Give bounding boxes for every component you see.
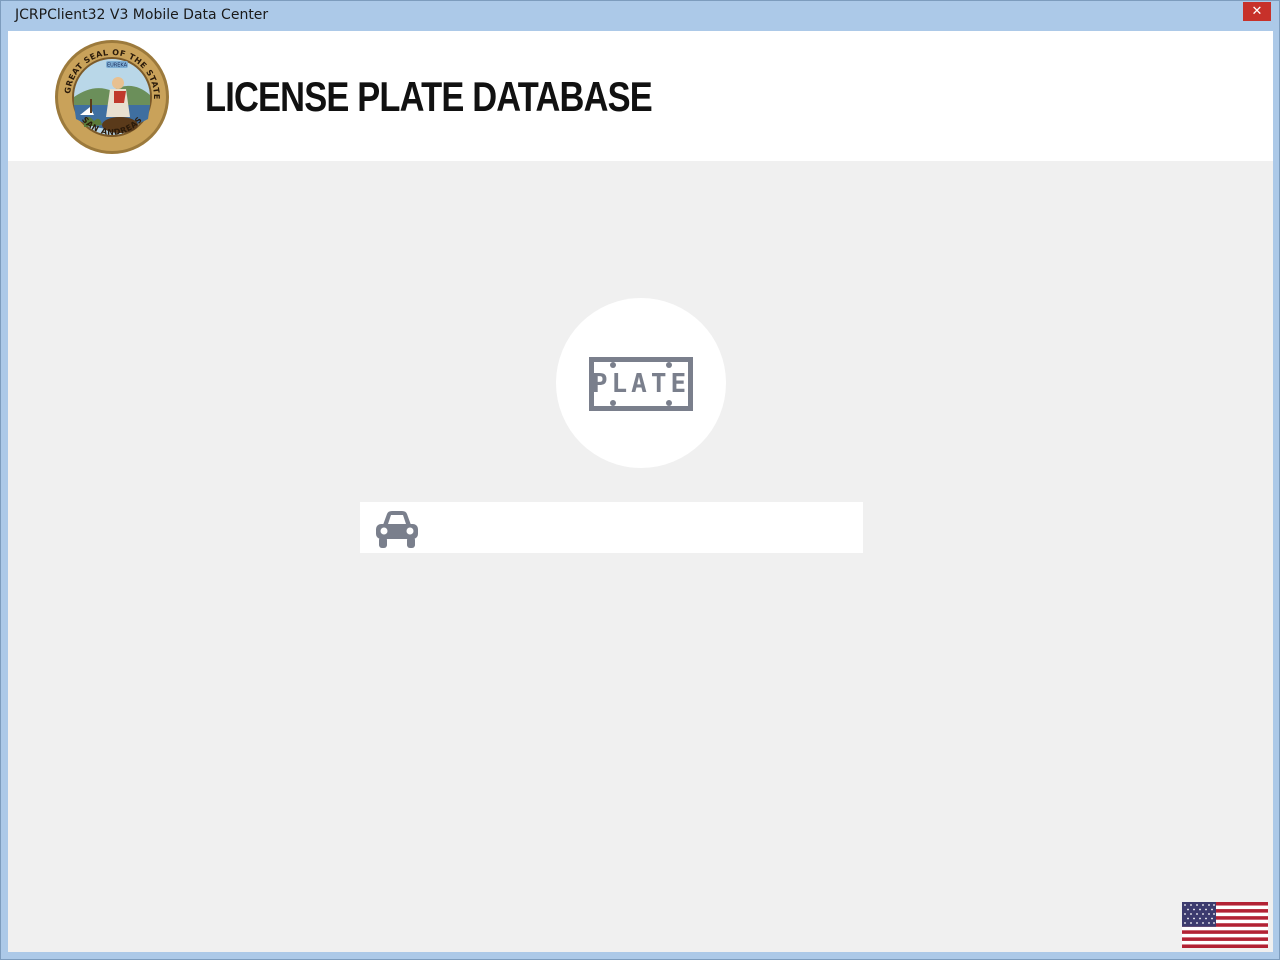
window-title: JCRPClient32 V3 Mobile Data Center xyxy=(15,7,269,23)
page-title: License Plate Database xyxy=(205,73,653,120)
plate-number-input[interactable] xyxy=(430,510,854,547)
plate-icon-text: PLATE xyxy=(591,369,691,399)
state-seal-icon: EUREKA THE GREAT SEAL OF THE STATE OF SA… xyxy=(54,39,169,154)
close-button[interactable]: ✕ xyxy=(1243,2,1271,21)
us-flag-icon[interactable] xyxy=(1182,902,1268,948)
car-icon xyxy=(376,511,418,548)
plate-search-box[interactable] xyxy=(360,502,863,553)
license-plate-icon: PLATE xyxy=(589,357,693,411)
title-bar[interactable]: JCRPClient32 V3 Mobile Data Center ✕ xyxy=(1,1,1279,31)
client-area: EUREKA THE GREAT SEAL OF THE STATE OF SA… xyxy=(8,31,1273,952)
seal-motto: EUREKA xyxy=(107,63,128,69)
plate-icon-circle: PLATE xyxy=(556,298,726,468)
app-window: JCRPClient32 V3 Mobile Data Center ✕ EUR… xyxy=(0,0,1280,960)
header: EUREKA THE GREAT SEAL OF THE STATE OF SA… xyxy=(8,31,1273,161)
